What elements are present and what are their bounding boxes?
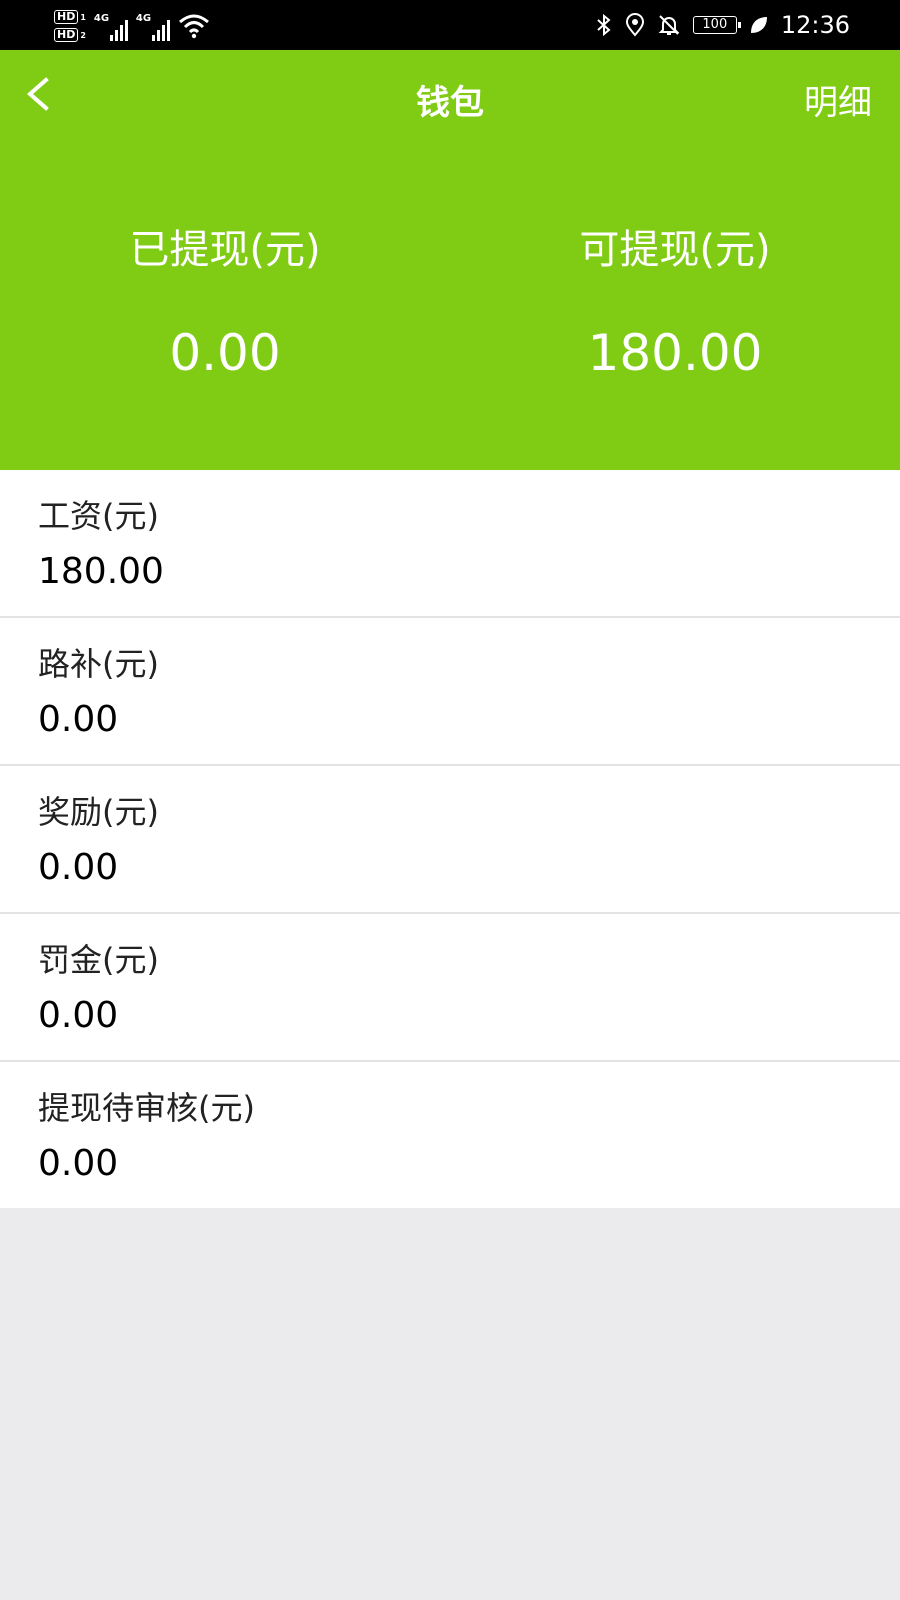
available-label: 可提现(元) [579,227,771,273]
list-item-value: 180.00 [38,551,164,592]
list-item-pending-withdrawal: 提现待审核(元) 0.00 [0,1062,900,1208]
network-type: 4G [135,13,152,24]
sim2-indicator: HD 2 [54,28,86,42]
withdrawn-label: 已提现(元) [129,227,321,273]
list-item-label: 提现待审核(元) [38,1089,255,1127]
network-type: 4G [93,13,110,24]
withdrawn-value: 0.00 [169,324,281,382]
signal-icon: 4G [136,11,170,41]
list-item-value: 0.00 [38,847,119,888]
status-bar: HD 1 HD 2 4G 4G 100 12:36 [0,0,900,50]
sim-number: 1 [80,12,86,22]
bell-off-icon [658,15,680,35]
list-item-label: 工资(元) [38,497,159,535]
hd-badge: HD [54,10,79,24]
withdrawn-summary: 已提现(元) 0.00 [0,225,450,383]
wifi-icon [178,14,209,39]
sim-number: 2 [80,30,86,40]
list-item-bonus: 奖励(元) 0.00 [0,766,900,914]
list-item-travel-allowance: 路补(元) 0.00 [0,618,900,766]
available-summary: 可提现(元) 180.00 [450,225,900,383]
status-bar-right: 100 12:36 [595,0,850,50]
list-item-label: 路补(元) [38,645,159,683]
list-item-value: 0.00 [38,995,119,1036]
list-item-value: 0.00 [38,699,119,740]
bluetooth-icon [597,13,611,37]
clock: 12:36 [780,11,850,39]
list-item-label: 罚金(元) [38,941,159,979]
wallet-items-list: 工资(元) 180.00 路补(元) 0.00 奖励(元) 0.00 罚金(元)… [0,470,900,1208]
location-icon [625,13,644,37]
hd-badge: HD [54,28,79,42]
list-item-value: 0.00 [38,1143,119,1184]
wallet-header: 钱包 明细 已提现(元) 0.00 可提现(元) 180.00 [0,50,900,470]
list-item-salary: 工资(元) 180.00 [0,470,900,618]
sim-indicators: HD 1 HD 2 [54,10,86,42]
details-button[interactable]: 明细 [804,75,872,124]
list-item-penalty: 罚金(元) 0.00 [0,914,900,1062]
list-item-label: 奖励(元) [38,793,159,831]
available-value: 180.00 [587,324,763,382]
sim1-indicator: HD 1 [54,10,86,24]
battery-icon: 100 [692,16,741,34]
leaf-icon [750,17,767,33]
status-bar-left: HD 1 HD 2 4G 4G [54,6,210,46]
page-title: 钱包 [416,83,484,123]
signal-icon: 4G [94,11,128,41]
